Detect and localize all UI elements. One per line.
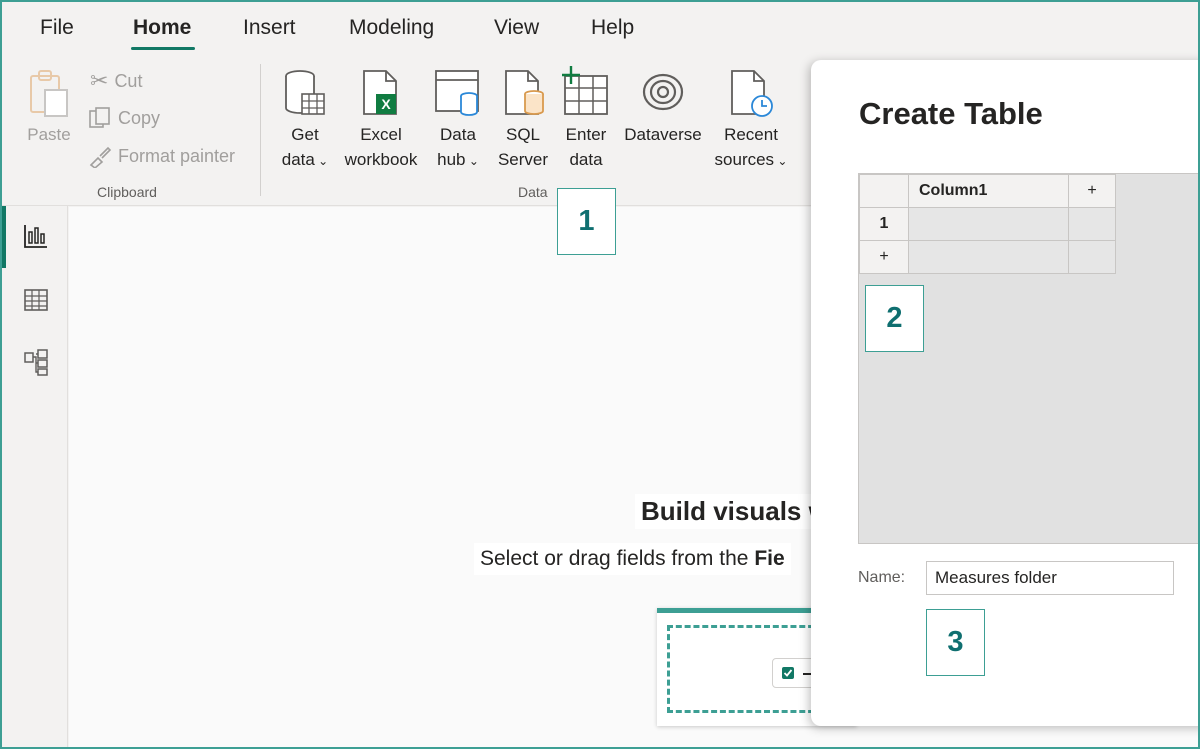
recent-sources-button[interactable]: Recent sources ⌄ [708, 68, 794, 174]
menu-file[interactable]: File [40, 16, 74, 40]
excel-label-1: Excel [360, 125, 402, 144]
active-tab-indicator [131, 47, 195, 50]
callout-3: 3 [926, 609, 985, 676]
enter-data-table-icon [562, 66, 608, 115]
paste-icon [30, 70, 68, 117]
recent-label-1: Recent [724, 125, 778, 144]
table-grid[interactable]: Column1 + 1 + [858, 173, 1198, 544]
svg-text:X: X [381, 96, 391, 112]
chevron-down-icon: ⌄ [774, 154, 788, 168]
format-painter-button[interactable]: Format painter [88, 144, 235, 168]
dataverse-icon [642, 73, 684, 111]
format-painter-label: Format painter [118, 145, 236, 166]
add-row-button[interactable]: + [859, 240, 909, 274]
data-hub-button[interactable]: Data hub ⌄ [430, 68, 486, 174]
database-icon [285, 70, 325, 115]
copy-label: Copy [118, 107, 161, 128]
callout-1: 1 [557, 188, 616, 255]
excel-label-2: workbook [344, 150, 418, 169]
name-label: Name: [858, 569, 906, 586]
menu-insert[interactable]: Insert [243, 16, 296, 40]
menu-help[interactable]: Help [591, 16, 634, 40]
data-group-label: Data [518, 184, 548, 200]
callout-2: 2 [865, 285, 924, 352]
clipboard-group-label: Clipboard [97, 184, 157, 200]
scissors-icon: ✂ [90, 68, 109, 93]
dialog-title: Create Table [859, 96, 1043, 131]
recent-label-2: sources [714, 150, 775, 169]
add-column-button[interactable]: + [1068, 174, 1116, 208]
excel-workbook-button[interactable]: X Excel workbook [338, 68, 424, 172]
enter-data-button[interactable]: Enter data [558, 64, 614, 172]
menu-view[interactable]: View [494, 16, 539, 40]
row-number: 1 [859, 207, 909, 241]
grid-corner-cell [859, 174, 909, 208]
dataverse-label: Dataverse [624, 125, 702, 144]
view-switcher-rail [2, 206, 68, 747]
column-header[interactable]: Column1 [908, 174, 1069, 208]
enter-data-label-2: data [569, 150, 603, 169]
menu-bar: File Home Insert Modeling View Help [2, 2, 1198, 58]
cut-label: Cut [114, 70, 143, 91]
data-hub-label-1: Data [440, 125, 476, 144]
get-data-label-2: data [281, 150, 315, 169]
group-separator [260, 64, 261, 196]
enter-data-label-1: Enter [565, 125, 607, 144]
empty-cell [1068, 240, 1116, 274]
create-table-dialog: Create Table Column1 + 1 + Name: [811, 60, 1198, 726]
paste-button[interactable]: Paste [24, 68, 74, 147]
recent-sources-icon [731, 70, 773, 117]
get-data-label-1: Get [291, 125, 319, 144]
excel-icon: X [363, 70, 397, 115]
canvas-empty-title: Build visuals w [635, 494, 835, 529]
brush-icon [89, 146, 112, 168]
subtitle-text: Select or drag fields from the [480, 547, 749, 570]
cut-button[interactable]: ✂ Cut [90, 68, 142, 94]
sql-server-icon [505, 70, 544, 115]
get-data-button[interactable]: Get data ⌄ [276, 68, 334, 174]
app-window: File Home Insert Modeling View Help Past… [0, 0, 1200, 749]
chevron-down-icon: ⌄ [465, 154, 479, 168]
paste-label: Paste [27, 125, 71, 144]
menu-home[interactable]: Home [133, 16, 191, 40]
canvas-empty-subtitle: Select or drag fields from the Fie [474, 543, 791, 575]
subtitle-bold-text: Fie [754, 547, 785, 570]
sql-server-button[interactable]: SQL Server [492, 68, 554, 172]
copy-icon [89, 107, 110, 128]
data-hub-icon [435, 70, 479, 116]
empty-cell [1068, 207, 1116, 241]
chevron-down-icon: ⌄ [314, 154, 329, 168]
empty-cell [908, 240, 1069, 274]
menu-modeling[interactable]: Modeling [349, 16, 434, 40]
sql-label-1: SQL [505, 125, 541, 144]
data-hub-label-2: hub [437, 150, 466, 169]
checkbox-icon [782, 667, 794, 679]
active-view-indicator [2, 206, 6, 268]
data-cell[interactable] [908, 207, 1069, 241]
sql-label-2: Server [497, 150, 549, 169]
copy-button[interactable]: Copy [88, 106, 160, 130]
model-view-icon[interactable] [22, 348, 50, 376]
report-view-icon[interactable] [22, 222, 50, 250]
table-view-icon[interactable] [22, 286, 50, 314]
dataverse-button[interactable]: Dataverse [618, 68, 708, 147]
table-name-input[interactable] [926, 561, 1174, 595]
